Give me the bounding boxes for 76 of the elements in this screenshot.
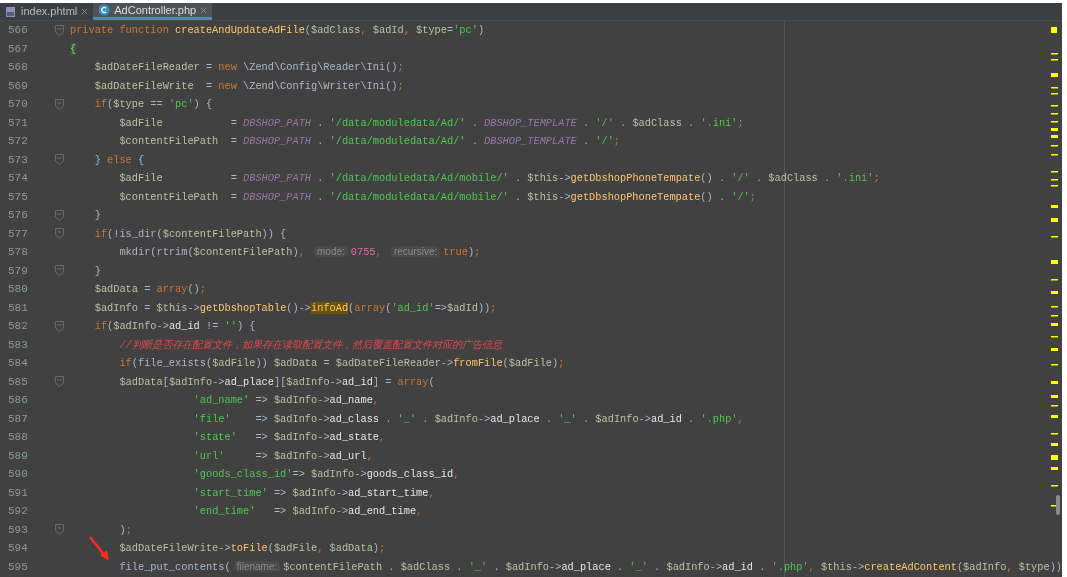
fold-marker-icon[interactable] bbox=[55, 228, 64, 240]
fold-marker-icon[interactable] bbox=[55, 98, 64, 110]
code-line: ); bbox=[119, 522, 132, 538]
code-line: $contentFilePath = DBSHOP_PATH . '/data/moduledata/Ad/' . DBSHOP_TEMPLATE . '/'; bbox=[119, 134, 621, 150]
fold-marker-icon[interactable] bbox=[55, 154, 64, 166]
line-number: 592 bbox=[7, 504, 29, 519]
code-line: $adFile = DBSHOP_PATH . '/data/moduledata/Ad/' . DBSHOP_TEMPLATE . '/' . $adClass . '.ini'; bbox=[119, 115, 744, 131]
code-line: 'url' => $adInfo->ad_url, bbox=[193, 448, 373, 464]
fold-marker-icon[interactable] bbox=[55, 320, 64, 332]
scrollbar-thumb[interactable] bbox=[1056, 495, 1060, 515]
line-number: 567 bbox=[7, 41, 29, 57]
line-number: 576 bbox=[7, 208, 29, 223]
code-line: $adDateFileWrite = new \Zend\Config\Writer\Ini(); bbox=[94, 78, 404, 94]
class-icon bbox=[98, 4, 111, 16]
line-number: 590 bbox=[7, 467, 29, 482]
code-line: 'goods_class_id'=> $adInfo->goods_class_id, bbox=[193, 467, 460, 483]
line-number: 595 bbox=[7, 559, 29, 575]
code-line: 'ad_name' => $adInfo->ad_name, bbox=[193, 393, 379, 409]
code-line: 'file' => $adInfo->ad_class . '_' . $adInfo->ad_place . '_' . $adInfo->ad_id . '.php', bbox=[193, 411, 744, 427]
line-number: 570 bbox=[7, 97, 29, 112]
fold-marker-icon[interactable] bbox=[55, 24, 64, 36]
fold-marker-icon[interactable] bbox=[55, 376, 64, 388]
line-number: 593 bbox=[7, 522, 29, 538]
code-line: } bbox=[94, 263, 101, 279]
line-number: 586 bbox=[7, 393, 29, 408]
line-number: 575 bbox=[7, 189, 29, 205]
line-number: 573 bbox=[7, 152, 29, 168]
code-line: private function createAndUpdateAdFile($adClass, $adId, $type='pc') bbox=[70, 23, 485, 39]
line-number: 566 bbox=[7, 23, 29, 38]
code-line: $adData = array(); bbox=[94, 282, 206, 298]
code-line: file_put_contents( filename: $contentFilePath . $adClass . '_' . $adInfo->ad_place . '_' . $adInfo->ad_id . '.php', $this->createAdContent($adInfo, $type)) bbox=[119, 559, 1062, 575]
code-line: mkdir(rtrim($contentFilePath), mode: 0755, recursive: true); bbox=[119, 245, 481, 261]
line-number: 581 bbox=[7, 300, 29, 316]
line-number: 589 bbox=[7, 448, 29, 464]
code-line: $adDateFileReader = new \Zend\Config\Reader\Ini(); bbox=[94, 60, 404, 76]
fold-marker-icon[interactable] bbox=[55, 265, 64, 277]
code-line: 'start_time' => $adInfo->ad_start_time, bbox=[193, 485, 435, 501]
code-line: $adInfo = $this->getDbshopTable()->infoAd(array('ad_id'=>$adId)); bbox=[94, 300, 497, 316]
code-line: if($adInfo->ad_id != '') { bbox=[94, 319, 256, 335]
close-icon[interactable] bbox=[200, 6, 208, 14]
code-line: $contentFilePath = DBSHOP_PATH . '/data/moduledata/Ad/mobile/' . $this->getDbshopPhoneTempate() . '/'; bbox=[119, 189, 756, 205]
code-line: if(file_exists($adFile)) $adData = $adDateFileReader->fromFile($adFile); bbox=[119, 356, 565, 372]
code-line: $adDateFileWrite->toFile($adFile, $adData); bbox=[119, 541, 386, 557]
tab[interactable]: index.phtml bbox=[0, 3, 94, 20]
line-number: 583 bbox=[7, 337, 29, 353]
fold-marker-icon[interactable] bbox=[55, 209, 64, 221]
line-number: 594 bbox=[7, 541, 29, 556]
code-line: //判断是否存在配置文件，如果存在读取配置文件，然后覆盖配置文件对应的广告信息 bbox=[119, 337, 502, 353]
fold-marker-icon[interactable] bbox=[55, 524, 64, 536]
code-line: $adData[$adInfo->ad_place][$adInfo->ad_id] = array( bbox=[119, 374, 435, 390]
code-line: 'state' => $adInfo->ad_state, bbox=[193, 430, 386, 446]
line-number: 569 bbox=[7, 78, 29, 94]
code-line: } bbox=[94, 208, 101, 224]
line-number: 579 bbox=[7, 263, 29, 279]
line-number: 571 bbox=[7, 115, 29, 131]
line-number: 588 bbox=[7, 430, 29, 445]
line-number: 585 bbox=[7, 374, 29, 390]
line-number: 582 bbox=[7, 319, 29, 334]
line-number: 584 bbox=[7, 356, 29, 371]
close-icon[interactable] bbox=[81, 8, 89, 15]
code-line: 'end_time' => $adInfo->ad_end_time, bbox=[193, 504, 423, 520]
tab[interactable]: AdController.php bbox=[93, 3, 213, 20]
line-number: 577 bbox=[7, 226, 29, 242]
annotation-arrow bbox=[88, 536, 112, 562]
line-number: 587 bbox=[7, 411, 29, 427]
file-icon bbox=[5, 5, 17, 18]
line-number: 591 bbox=[7, 485, 29, 501]
line-number: 578 bbox=[7, 245, 29, 260]
code-line: if(!is_dir($contentFilePath)) { bbox=[94, 226, 287, 242]
code-line: } else { bbox=[94, 152, 145, 168]
line-number: 568 bbox=[7, 60, 29, 75]
code-line: if($type == 'pc') { bbox=[94, 97, 213, 113]
line-number: 572 bbox=[7, 134, 29, 149]
code-line: $adFile = DBSHOP_PATH . '/data/moduledata/Ad/mobile/' . $this->getDbshopPhoneTempate() . '/' . $adClass . '.ini'; bbox=[119, 171, 880, 187]
line-number: 574 bbox=[7, 171, 29, 186]
line-number: 580 bbox=[7, 282, 29, 297]
